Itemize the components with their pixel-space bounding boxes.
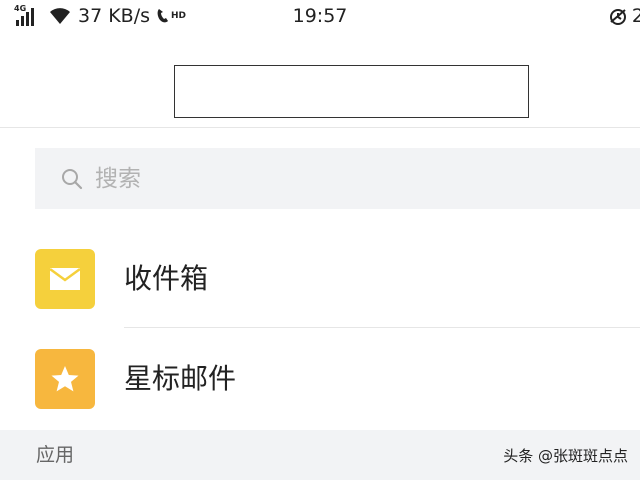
status-bar: 4G 37 KB/s HD 19:57 2 [0,0,640,34]
list-item-starred[interactable]: 星标邮件 [0,329,640,429]
header [0,34,640,128]
section-header-apps: 应用 头条 @张斑斑点点 [0,430,640,480]
watermark-text: 头条 @张斑斑点点 [503,447,628,465]
inbox-icon-tile [35,249,95,309]
status-right: 2 [608,4,640,28]
page-title-box [174,65,529,118]
app-screen: 4G 37 KB/s HD 19:57 2 搜索 收件箱 星标邮件 应用 头条 … [0,0,640,480]
list-item-inbox[interactable]: 收件箱 [0,229,640,329]
search-input[interactable]: 搜索 [35,148,640,209]
section-title: 应用 [36,444,75,466]
search-placeholder: 搜索 [95,165,141,192]
alarm-icon [609,9,626,25]
clock: 19:57 [292,5,348,27]
envelope-icon [49,267,81,290]
list-divider [124,327,640,328]
battery-level: 2 [631,5,640,27]
starred-icon-tile [35,349,95,409]
search-icon [62,168,83,189]
starred-label: 星标邮件 [124,362,237,395]
inbox-label: 收件箱 [124,262,209,295]
star-icon [51,366,79,392]
